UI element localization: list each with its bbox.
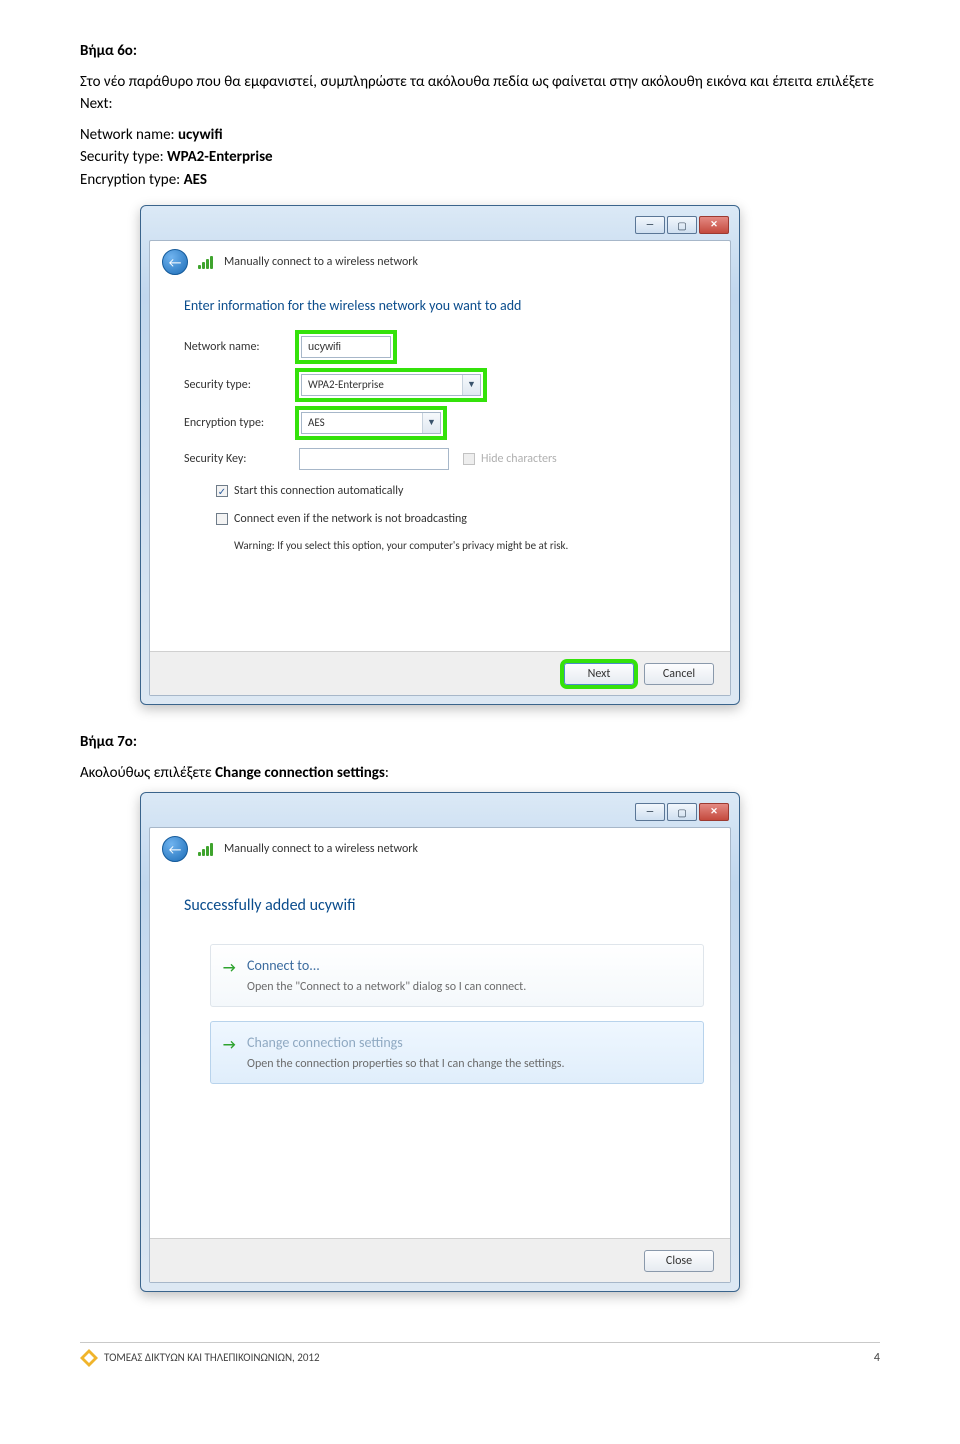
breadcrumb: Manually connect to a wireless network — [224, 840, 418, 858]
window-footer: Close — [150, 1238, 730, 1282]
back-button[interactable]: ← — [162, 249, 188, 275]
back-arrow-icon: ← — [169, 252, 182, 273]
footer-left: ΤΟΜΕΑΣ ΔΙΚΤΥΩΝ ΚΑΙ ΤΗΛΕΠΙΚΟΙΝΩΝΙΩΝ, 2012 — [80, 1349, 320, 1367]
window-footer: Next Cancel — [150, 651, 730, 695]
card1-title: Connect to... — [247, 955, 691, 976]
page-footer: ΤΟΜΕΑΣ ΔΙΚΤΥΩΝ ΚΑΙ ΤΗΛΕΠΙΚΟΙΝΩΝΙΩΝ, 2012… — [80, 1342, 880, 1367]
highlight-encryption-type: AES ▼ — [299, 410, 443, 436]
network-name-line: Network name: ucywifi — [80, 124, 880, 147]
step6-settings-list: Network name: ucywifi Security type: WPA… — [80, 124, 880, 192]
highlight-security-type: WPA2-Enterprise ▼ — [299, 372, 483, 398]
card2-title: Change connection settings — [247, 1032, 691, 1053]
step7-intro-bold: Change connection settings — [215, 764, 385, 782]
close-button[interactable] — [699, 803, 729, 821]
window-inner: ← Manually connect to a wireless network… — [149, 240, 731, 696]
success-dialog: ← Manually connect to a wireless network… — [140, 792, 740, 1292]
page-number: 4 — [874, 1349, 880, 1367]
window-content: Enter information for the wireless netwo… — [150, 283, 730, 567]
security-key-input[interactable] — [299, 448, 449, 470]
card1-sub: Open the "Connect to a network" dialog s… — [247, 978, 691, 996]
hide-characters-label: Hide characters — [481, 450, 557, 468]
hide-characters-cb-row: Hide characters — [463, 450, 557, 468]
card-change-settings[interactable]: → Change connection settings Open the co… — [210, 1021, 704, 1084]
row-network-name: Network name: — [184, 334, 696, 360]
window-inner: ← Manually connect to a wireless network… — [149, 827, 731, 1283]
broadcast-checkbox[interactable] — [216, 513, 228, 525]
label-encryption-type: Encryption type: — [184, 414, 299, 432]
network-name-label: Network name: — [80, 126, 178, 144]
security-type-label: Security type: — [80, 148, 167, 166]
footer-text: ΤΟΜΕΑΣ ΔΙΚΤΥΩΝ ΚΑΙ ΤΗΛΕΠΙΚΟΙΝΩΝΙΩΝ, 2012 — [104, 1350, 320, 1367]
window-titlebar — [149, 801, 731, 823]
step7-intro: Ακολούθως επιλέξετε Change connection se… — [80, 762, 880, 785]
minimize-button[interactable] — [635, 216, 665, 234]
step6-title: Βήμα 6ο: — [80, 40, 880, 63]
label-security-key: Security Key: — [184, 450, 299, 468]
wifi-signal-icon — [198, 255, 216, 269]
security-type-line: Security type: WPA2-Enterprise — [80, 146, 880, 169]
step6-intro: Στο νέο παράθυρο που θα εμφανιστεί, συμπ… — [80, 71, 880, 116]
highlight-network-name — [299, 334, 393, 360]
row-encryption-type: Encryption type: AES ▼ — [184, 410, 696, 436]
chevron-down-icon: ▼ — [422, 413, 440, 433]
window-header: ← Manually connect to a wireless network — [150, 241, 730, 283]
security-type-combo-value: WPA2-Enterprise — [308, 377, 384, 394]
card-connect-to[interactable]: → Connect to... Open the "Connect to a n… — [210, 944, 704, 1007]
connect-wireless-dialog: ← Manually connect to a wireless network… — [140, 205, 740, 705]
maximize-button[interactable] — [667, 803, 697, 821]
cancel-button[interactable]: Cancel — [644, 663, 714, 685]
security-type-combo[interactable]: WPA2-Enterprise ▼ — [301, 374, 481, 396]
network-name-value: ucywifi — [178, 126, 223, 144]
start-auto-label: Start this connection automatically — [234, 482, 403, 500]
footer-logo-icon — [80, 1349, 98, 1367]
cb-row-broadcast: Connect even if the network is not broad… — [216, 510, 696, 528]
maximize-button[interactable] — [667, 216, 697, 234]
success-title: Successfully added ucywifi — [150, 870, 730, 936]
row-security-key: Security Key: Hide characters — [184, 448, 696, 470]
broadcast-label: Connect even if the network is not broad… — [234, 510, 467, 528]
back-button[interactable]: ← — [162, 836, 188, 862]
encryption-type-value: AES — [184, 171, 207, 189]
step7-intro-prefix: Ακολούθως επιλέξετε — [80, 764, 215, 782]
close-dialog-button[interactable]: Close — [644, 1250, 714, 1272]
close-button[interactable] — [699, 216, 729, 234]
broadcast-warning: Warning: If you select this option, your… — [234, 538, 696, 555]
wifi-signal-icon — [198, 842, 216, 856]
minimize-button[interactable] — [635, 803, 665, 821]
window-header: ← Manually connect to a wireless network — [150, 828, 730, 870]
security-type-value: WPA2-Enterprise — [167, 148, 273, 166]
start-auto-checkbox[interactable]: ✓ — [216, 485, 228, 497]
checkbox-list: ✓ Start this connection automatically Co… — [216, 482, 696, 555]
arrow-icon: → — [223, 957, 236, 978]
label-network-name: Network name: — [184, 338, 299, 356]
encryption-type-combo[interactable]: AES ▼ — [301, 412, 441, 434]
chevron-down-icon: ▼ — [462, 375, 480, 395]
next-button[interactable]: Next — [564, 663, 634, 685]
step7-title: Βήμα 7ο: — [80, 731, 880, 754]
label-security-type: Security type: — [184, 376, 299, 394]
encryption-type-combo-value: AES — [308, 415, 325, 432]
hide-characters-checkbox — [463, 453, 475, 465]
network-name-input[interactable] — [301, 336, 391, 358]
encryption-type-line: Encryption type: AES — [80, 169, 880, 192]
row-security-type: Security type: WPA2-Enterprise ▼ — [184, 372, 696, 398]
back-arrow-icon: ← — [169, 839, 182, 860]
card2-sub: Open the connection properties so that I… — [247, 1055, 691, 1073]
dialog-prompt: Enter information for the wireless netwo… — [184, 295, 696, 316]
cb-row-auto: ✓ Start this connection automatically — [216, 482, 696, 500]
window-titlebar — [149, 214, 731, 236]
breadcrumb: Manually connect to a wireless network — [224, 253, 418, 271]
encryption-type-label: Encryption type: — [80, 171, 184, 189]
arrow-icon: → — [223, 1034, 236, 1055]
